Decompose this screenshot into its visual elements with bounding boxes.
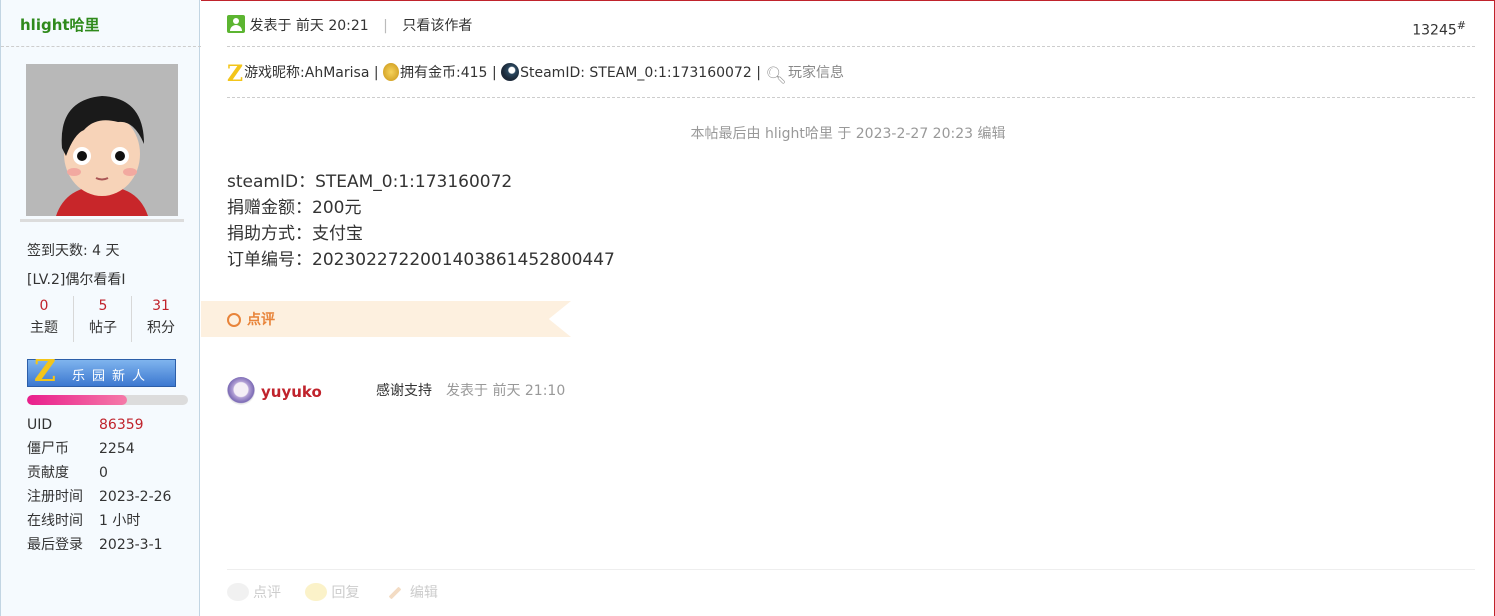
divider [227, 97, 1475, 98]
level-progress-bar [27, 395, 188, 405]
content-line: 订单编号：2023022722001403861452800447 [227, 247, 615, 273]
stat-label: 帖子 [89, 320, 117, 336]
content-label: 捐赠金额： [227, 198, 312, 218]
post-header: 发表于 前天 20:21 | 只看该作者 [227, 15, 472, 37]
floor-number[interactable]: 13245# [1412, 19, 1466, 39]
content-value: 支付宝 [312, 224, 363, 244]
player-info-link[interactable]: 玩家信息 [788, 65, 844, 81]
review-button[interactable]: 点评 [227, 581, 281, 605]
circle-icon [227, 313, 241, 327]
floor-number-value: 13245 [1412, 22, 1457, 39]
medal-badge[interactable]: Z 乐园新人 [27, 354, 176, 389]
floor-suffix: # [1456, 19, 1466, 32]
medal-logo: Z [34, 354, 56, 389]
reply-icon [305, 583, 328, 601]
info-key: 最后登录 [27, 537, 83, 553]
divider [227, 569, 1475, 570]
edit-button-label: 编辑 [409, 585, 438, 601]
content-line: 捐赠金额：200元 [227, 195, 615, 221]
content-label: steamID： [227, 172, 316, 192]
content-label: 订单编号： [227, 250, 312, 270]
separator: | [373, 65, 379, 81]
comment-text: 感谢支持 [376, 383, 432, 399]
reply-button-label: 回复 [331, 585, 360, 601]
level-progress-fill [27, 395, 127, 405]
stat-label: 积分 [147, 320, 175, 336]
author-username[interactable]: hlight哈里 [20, 14, 100, 35]
avatar-shadow [20, 219, 184, 222]
stat-posts[interactable]: 5 帖子 [73, 296, 132, 342]
coin-count: 拥有金币:415 [400, 65, 488, 81]
separator: | [383, 18, 388, 34]
separator: | [756, 65, 761, 81]
info-key: 贡献度 [27, 465, 69, 481]
review-section-header: 点评 [201, 301, 571, 337]
game-info-line: Z游戏昵称:AhMarisa | 拥有金币:415 | SteamID: STE… [227, 61, 844, 88]
info-value: 2254 [99, 441, 135, 457]
review-button-label: 点评 [253, 585, 281, 601]
post-time: 发表于 前天 20:21 [249, 18, 369, 34]
online-user-icon [227, 15, 245, 33]
medal-text: 乐园新人 [72, 369, 153, 384]
post-content: steamID：STEAM_0:1:173160072 捐赠金额：200元 捐助… [227, 169, 615, 273]
pencil-icon [388, 586, 402, 600]
comment-time: 发表于 前天 21:10 [446, 383, 566, 399]
review-icon [227, 583, 249, 601]
post-panel: 发表于 前天 20:21 | 只看该作者 13245# Z游戏昵称:AhMari… [201, 0, 1495, 616]
divider [227, 46, 1475, 47]
post-actions: 点评 回复 编辑 [227, 581, 458, 605]
info-key: 僵尸币 [27, 441, 69, 457]
commenter-avatar[interactable] [227, 377, 255, 405]
stat-threads[interactable]: 0 主题 [15, 296, 73, 342]
review-title: 点评 [247, 312, 275, 328]
avatar-illustration [26, 64, 178, 216]
author-stats: 0 主题 5 帖子 31 积分 [15, 296, 189, 342]
game-logo-icon: Z [227, 61, 244, 87]
steam-icon [501, 63, 520, 81]
user-level[interactable]: [LV.2]偶尔看看I [27, 269, 125, 289]
divider [1, 46, 201, 47]
stat-value: 0 [39, 298, 49, 314]
sign-days: 签到天数: 4 天 [27, 243, 120, 259]
info-key: 注册时间 [27, 489, 83, 505]
stat-value: 5 [98, 298, 108, 314]
content-line: steamID：STEAM_0:1:173160072 [227, 169, 615, 195]
edited-note: 本帖最后由 hlight哈里 于 2023-2-27 20:23 编辑 [690, 126, 1006, 142]
separator: | [491, 65, 497, 81]
info-value: 0 [99, 465, 108, 481]
stat-points[interactable]: 31 积分 [131, 296, 190, 342]
content-value: 200元 [312, 198, 362, 218]
stat-label: 主题 [30, 320, 58, 336]
edit-button[interactable]: 编辑 [384, 581, 438, 605]
avatar[interactable] [26, 64, 178, 216]
stat-value: 31 [152, 298, 170, 314]
info-key: 在线时间 [27, 513, 83, 529]
info-key: UID [27, 417, 53, 433]
coin-icon [383, 63, 400, 81]
content-label: 捐助方式： [227, 224, 312, 244]
author-panel: hlight哈里 签到天数: 4 天 [LV.2]偶尔看看I 0 主题 5 帖子 [0, 0, 201, 616]
commenter-name[interactable]: yuyuko [261, 377, 322, 407]
content-line: 捐助方式：支付宝 [227, 221, 615, 247]
info-value[interactable]: 86359 [99, 413, 144, 437]
content-value: 2023022722001403861452800447 [312, 250, 615, 270]
info-value: 1 小时 [99, 513, 141, 529]
info-value: 2023-3-1 [99, 537, 163, 553]
game-nickname: 游戏昵称:AhMarisa [244, 65, 370, 81]
steam-id: SteamID: STEAM_0:1:173160072 [520, 65, 752, 81]
only-author-link[interactable]: 只看该作者 [402, 18, 472, 34]
content-value: STEAM_0:1:173160072 [315, 172, 513, 192]
info-value: 2023-2-26 [99, 489, 172, 505]
reply-button[interactable]: 回复 [305, 581, 359, 605]
search-icon[interactable]: 🔍︎ [765, 64, 787, 88]
